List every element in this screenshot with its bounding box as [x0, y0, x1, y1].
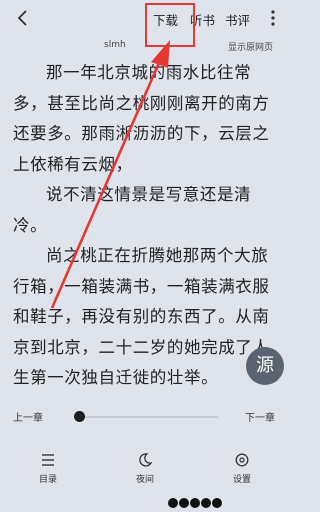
- catalog-label: 目录: [38, 475, 57, 485]
- source-switch-button[interactable]: 源: [246, 347, 284, 385]
- more-vertical-icon[interactable]: [266, 7, 280, 29]
- settings-label: 设置: [232, 475, 251, 485]
- show-original-page-link[interactable]: 显示原网页: [228, 40, 273, 54]
- catalog-button[interactable]: 目录: [18, 446, 78, 485]
- next-chapter-button[interactable]: 下一章: [245, 409, 275, 424]
- prev-chapter-button[interactable]: 上一章: [13, 409, 43, 424]
- moon-icon: [139, 453, 153, 467]
- highlight-box-annotation: [145, 3, 195, 47]
- night-mode-button[interactable]: 夜间: [115, 446, 175, 485]
- chapter-slider-track[interactable]: [76, 416, 218, 418]
- dot-2: [179, 498, 189, 508]
- book-review-button[interactable]: 书评: [225, 10, 250, 29]
- dot-1: [168, 498, 178, 508]
- reading-content: 那一年北京城的雨水比往常多，甚至比尚之桃刚刚离开的南方还要多。那雨淅沥沥的下，云…: [0, 58, 294, 394]
- back-arrow-icon[interactable]: [14, 8, 32, 28]
- settings-button[interactable]: 设置: [212, 446, 272, 485]
- source-name: slmh: [104, 40, 126, 50]
- paragraph-1: 那一年北京城的雨水比往常多，甚至比尚之桃刚刚离开的南方还要多。那雨淅沥沥的下，云…: [13, 63, 270, 174]
- bottom-edge-dots: [168, 493, 223, 512]
- night-label: 夜间: [135, 475, 154, 485]
- menu-list-icon: [42, 454, 54, 466]
- dot-3: [190, 498, 200, 508]
- paragraph-2: 说不清这情景是写意还是清冷。: [13, 185, 252, 235]
- chapter-slider-thumb[interactable]: [74, 411, 85, 422]
- chapter-progress: 上一章 下一章: [0, 406, 294, 428]
- dot-4: [201, 498, 211, 508]
- bottom-nav: 目录 夜间 设置: [0, 446, 294, 499]
- gear-icon: [235, 453, 249, 467]
- dot-5: [212, 498, 222, 508]
